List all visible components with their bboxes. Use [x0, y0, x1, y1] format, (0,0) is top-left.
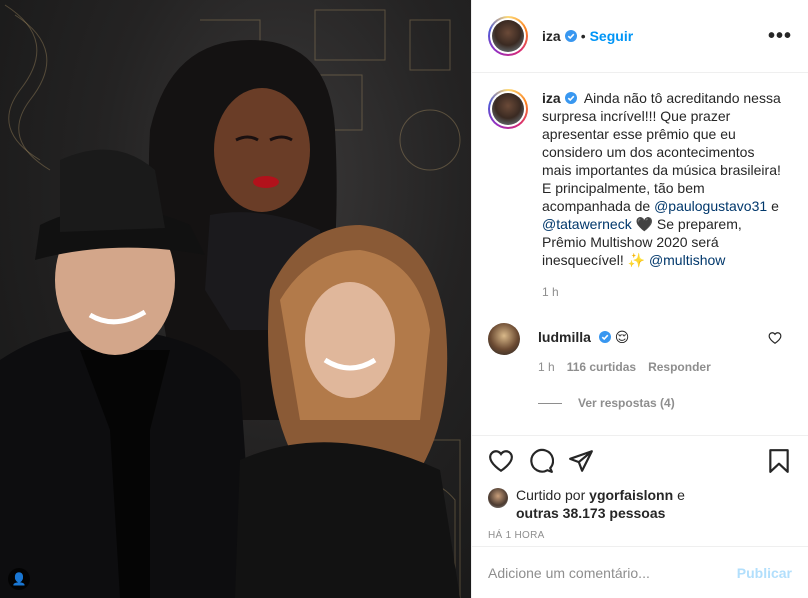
- action-icons: [488, 446, 792, 476]
- verified-badge-icon: [598, 331, 611, 343]
- follow-button[interactable]: Seguir: [590, 28, 634, 44]
- separator-dot: •: [580, 28, 586, 44]
- liked-by-text: Curtido por ygorfaislonn e outras 38.173…: [516, 486, 685, 522]
- post-timestamp[interactable]: HÁ 1 HORA: [488, 530, 792, 541]
- caption-username[interactable]: iza: [542, 90, 561, 106]
- author-username[interactable]: iza: [542, 28, 561, 44]
- bookmark-icon[interactable]: [766, 448, 792, 474]
- avatar[interactable]: [492, 20, 524, 52]
- story-ring[interactable]: [488, 89, 528, 129]
- comment-text: 😌: [614, 329, 630, 345]
- caption-text-part-2: e: [771, 198, 779, 214]
- comment-icon[interactable]: [528, 448, 554, 474]
- view-replies-button[interactable]: Ver respostas (4): [538, 396, 792, 410]
- more-options-icon[interactable]: •••: [768, 25, 792, 48]
- mention-link[interactable]: @tatawerneck: [542, 216, 632, 232]
- liked-by-mid: e: [677, 487, 685, 503]
- reply-button[interactable]: Responder: [648, 360, 711, 374]
- view-replies-label: Ver respostas (4): [578, 396, 675, 410]
- liked-by-prefix: Curtido por: [516, 487, 586, 503]
- heart-icon[interactable]: [488, 448, 514, 474]
- add-comment-bar: Publicar: [472, 546, 808, 598]
- caption-comment: iza Ainda não tô acreditando nessa surpr…: [488, 89, 792, 301]
- comment-like-heart-icon[interactable]: [768, 331, 782, 345]
- avatar[interactable]: [488, 323, 520, 355]
- avatar-border: [490, 18, 526, 54]
- liked-by-user[interactable]: ygorfaislonn: [589, 487, 673, 503]
- comments-area[interactable]: iza Ainda não tô acreditando nessa surpr…: [472, 73, 808, 435]
- verified-badge-icon: [564, 92, 577, 104]
- avatar-border: [490, 91, 526, 127]
- verified-badge-icon: [564, 30, 577, 42]
- sparkle-emoji: ✨: [627, 252, 646, 268]
- mention-link[interactable]: @paulogustavo31: [654, 198, 767, 214]
- caption-time[interactable]: 1 h: [542, 283, 782, 301]
- post-image-artwork: [0, 4, 461, 598]
- caption-text: iza Ainda não tô acreditando nessa surpr…: [542, 89, 782, 301]
- comment-item: ludmilla 😌 1 h 116 curtidas Responder: [488, 323, 792, 374]
- black-heart-emoji: 🖤: [635, 216, 654, 232]
- comment-meta: 1 h 116 curtidas Responder: [538, 360, 711, 374]
- comment-body: ludmilla 😌 1 h 116 curtidas Responder: [538, 323, 711, 374]
- user-tag-icon[interactable]: 👤: [8, 568, 30, 590]
- caption-text-part-1: Ainda não tô acreditando nessa surpresa …: [542, 90, 781, 214]
- mention-link[interactable]: @multishow: [649, 252, 725, 268]
- comment-likes[interactable]: 116 curtidas: [567, 360, 636, 374]
- avatar[interactable]: [488, 488, 508, 508]
- liked-by: Curtido por ygorfaislonn e outras 38.173…: [488, 486, 792, 522]
- liked-by-others[interactable]: outras 38.173 pessoas: [516, 505, 665, 521]
- share-icon[interactable]: [568, 448, 594, 474]
- post-header: iza • Seguir •••: [472, 0, 808, 73]
- publish-button[interactable]: Publicar: [737, 565, 792, 581]
- story-ring[interactable]: [488, 16, 528, 56]
- comment-username[interactable]: ludmilla: [538, 329, 591, 345]
- divider: [538, 402, 562, 404]
- avatar[interactable]: [492, 93, 524, 125]
- post-actions: Curtido por ygorfaislonn e outras 38.173…: [472, 435, 808, 541]
- post-side-panel: iza • Seguir ••• iza Ainda não tô acredi…: [471, 0, 808, 598]
- post-image[interactable]: 👤: [0, 0, 471, 598]
- comment-input[interactable]: [488, 564, 737, 581]
- comment-time[interactable]: 1 h: [538, 360, 555, 374]
